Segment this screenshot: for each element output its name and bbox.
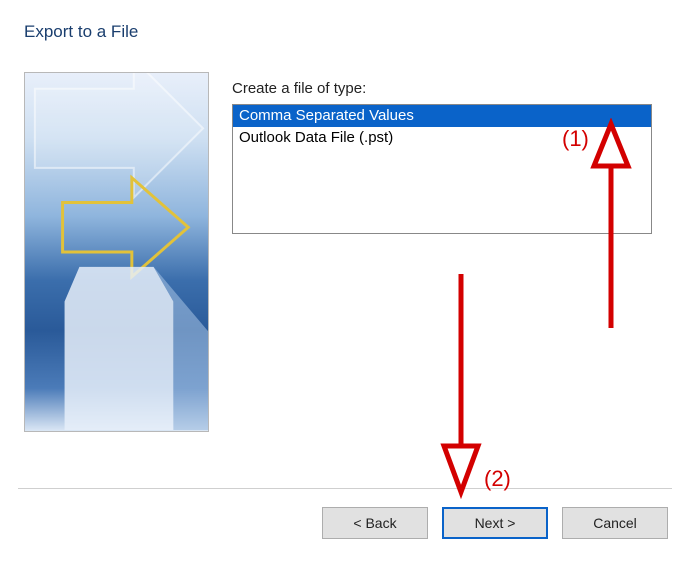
file-type-list[interactable]: Comma Separated Values Outlook Data File… bbox=[232, 104, 652, 234]
content-area: Create a file of type: Comma Separated V… bbox=[24, 72, 666, 481]
back-button[interactable]: < Back bbox=[322, 507, 428, 539]
file-type-label: Create a file of type: bbox=[232, 80, 366, 97]
dialog-title: Export to a File bbox=[0, 0, 690, 42]
button-row: < Back Next > Cancel bbox=[322, 507, 668, 539]
list-item-csv[interactable]: Comma Separated Values bbox=[233, 105, 651, 127]
wizard-illustration bbox=[24, 72, 209, 432]
export-arrow-icon bbox=[25, 73, 208, 431]
list-item-pst[interactable]: Outlook Data File (.pst) bbox=[233, 127, 651, 149]
next-button[interactable]: Next > bbox=[442, 507, 548, 539]
cancel-button[interactable]: Cancel bbox=[562, 507, 668, 539]
separator bbox=[18, 488, 672, 489]
